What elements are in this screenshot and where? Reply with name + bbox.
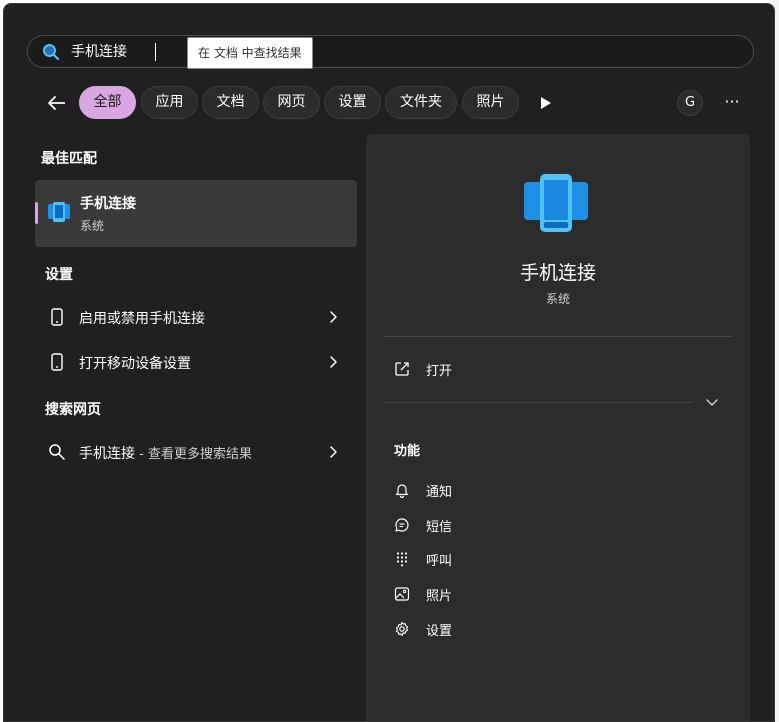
feature-label: 通知 bbox=[426, 485, 453, 500]
features-heading: 功能 bbox=[394, 444, 421, 459]
web-search-label: 手机连接 - 查看更多搜索结果 bbox=[79, 443, 252, 463]
play-icon[interactable] bbox=[535, 93, 555, 113]
web-search-suffix: - 查看更多搜索结果 bbox=[135, 447, 252, 462]
open-action-label: 打开 bbox=[426, 364, 453, 379]
dialpad-icon bbox=[396, 552, 408, 567]
web-search-result[interactable]: 手机连接 - 查看更多搜索结果 bbox=[35, 432, 357, 472]
search-tooltip: 在 文档 中查找结果 bbox=[187, 37, 313, 69]
text-caret bbox=[155, 43, 156, 61]
filter-chip-photos[interactable]: 照片 bbox=[462, 86, 519, 119]
chevron-right-icon bbox=[330, 446, 337, 458]
phone-icon bbox=[51, 353, 63, 371]
divider bbox=[384, 402, 692, 403]
account-avatar[interactable]: G bbox=[677, 90, 703, 116]
filter-chip-web[interactable]: 网页 bbox=[263, 86, 320, 119]
settings-heading: 设置 bbox=[45, 267, 73, 283]
filter-chip-settings[interactable]: 设置 bbox=[324, 86, 381, 119]
back-arrow-icon[interactable] bbox=[42, 89, 70, 117]
image-icon bbox=[394, 587, 410, 601]
chat-icon bbox=[395, 518, 409, 532]
settings-result-mobile-devices[interactable]: 打开移动设备设置 bbox=[35, 342, 357, 382]
filter-chip-documents[interactable]: 文档 bbox=[202, 86, 259, 119]
filter-chip-folders[interactable]: 文件夹 bbox=[385, 86, 457, 119]
settings-result-label: 打开移动设备设置 bbox=[79, 356, 191, 372]
filter-chip-all[interactable]: 全部 bbox=[79, 86, 136, 119]
web-search-query: 手机连接 bbox=[79, 446, 135, 462]
bell-icon bbox=[395, 484, 409, 498]
search-panel: 手机连接 在 文档 中查找结果 全部 应用 文档 网页 设置 文件夹 照片 G … bbox=[3, 3, 775, 722]
best-match-heading: 最佳匹配 bbox=[41, 151, 97, 167]
detail-app-title: 手机连接 bbox=[519, 262, 596, 284]
feature-label: 呼叫 bbox=[426, 554, 453, 569]
detail-pane: 手机连接 系统 打开 功能 通知 短信 呼叫 照片 设置 bbox=[366, 134, 750, 721]
phone-link-app-icon bbox=[524, 174, 588, 232]
chevron-down-icon[interactable] bbox=[704, 394, 720, 410]
search-icon bbox=[49, 444, 65, 460]
filter-chip-apps[interactable]: 应用 bbox=[141, 86, 198, 119]
settings-result-toggle-phone-link[interactable]: 启用或禁用手机连接 bbox=[35, 297, 357, 337]
search-bar[interactable]: 手机连接 bbox=[27, 35, 754, 68]
best-match-item[interactable]: 手机连接 系统 bbox=[35, 180, 357, 247]
phone-icon bbox=[51, 308, 63, 326]
chevron-right-icon bbox=[330, 311, 337, 323]
feature-label: 短信 bbox=[426, 520, 453, 535]
detail-app-subtitle: 系统 bbox=[545, 292, 570, 306]
gear-icon bbox=[395, 621, 409, 637]
more-options-icon[interactable]: ··· bbox=[719, 90, 745, 116]
phone-link-app-icon bbox=[48, 202, 70, 222]
settings-result-label: 启用或禁用手机连接 bbox=[79, 311, 205, 327]
best-match-title: 手机连接 bbox=[80, 196, 136, 212]
divider bbox=[384, 336, 732, 337]
selection-indicator bbox=[35, 202, 38, 224]
feature-label: 照片 bbox=[426, 589, 453, 604]
feature-label: 设置 bbox=[426, 624, 453, 639]
search-icon bbox=[43, 44, 60, 61]
open-external-icon bbox=[395, 362, 409, 376]
web-search-heading: 搜索网页 bbox=[45, 402, 101, 418]
best-match-subtitle: 系统 bbox=[80, 219, 105, 233]
chevron-right-icon bbox=[330, 356, 337, 368]
